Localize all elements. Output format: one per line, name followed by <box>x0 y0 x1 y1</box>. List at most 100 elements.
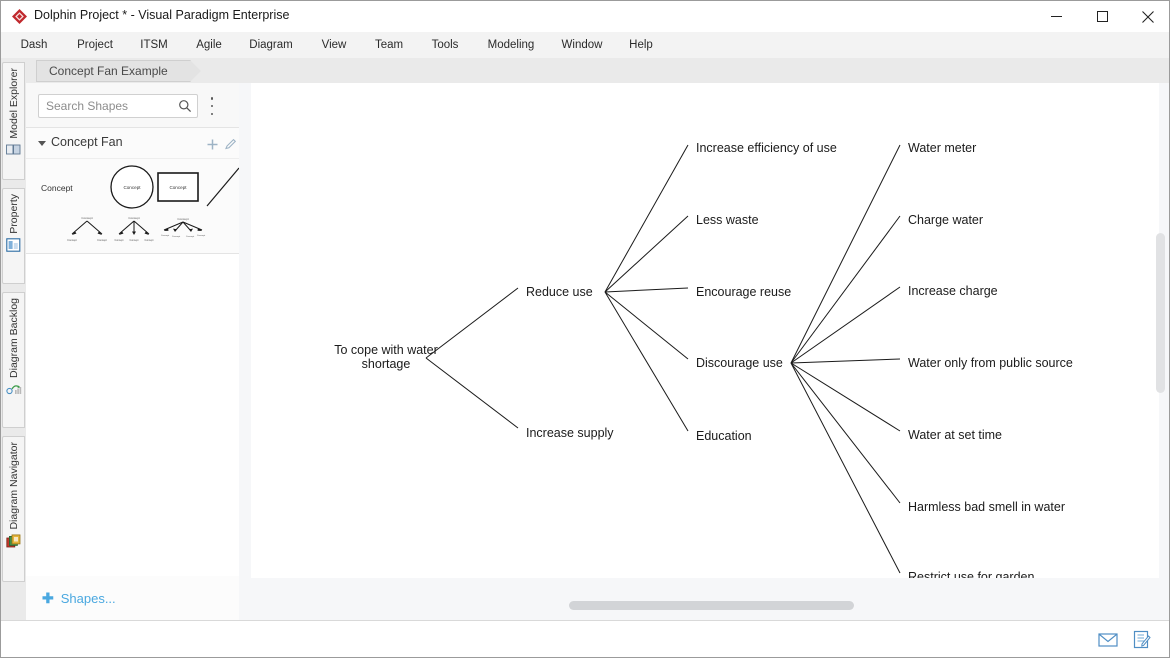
menu-item-team[interactable]: Team <box>369 32 409 58</box>
diagram-node-eff[interactable]: Increase efficiency of use <box>696 141 837 155</box>
diagram-node-label: Less waste <box>696 213 759 227</box>
vertical-scrollbar[interactable] <box>1155 223 1166 578</box>
side-tab-property[interactable]: Property <box>2 188 25 284</box>
svg-text:Concept: Concept <box>161 234 170 237</box>
svg-text:Concept: Concept <box>177 217 188 221</box>
diagram-node-smell[interactable]: Harmless bad smell in water <box>908 500 1065 514</box>
connector-line-shape[interactable] <box>204 165 242 209</box>
diagram-node-meter[interactable]: Water meter <box>908 141 976 155</box>
side-tab-diagram-backlog[interactable]: Diagram Backlog <box>2 292 25 428</box>
diagram-node-waste[interactable]: Less waste <box>696 213 759 227</box>
palette-group-header[interactable]: Concept Fan <box>26 128 253 159</box>
concept-text-shape[interactable]: Concept <box>41 183 73 193</box>
menu-item-window[interactable]: Window <box>553 32 611 58</box>
diagram-node-charge[interactable]: Charge water <box>908 213 983 227</box>
svg-text:Concept: Concept <box>172 235 181 238</box>
edit-shape-button[interactable] <box>222 136 238 152</box>
close-button[interactable] <box>1125 1 1169 32</box>
menu-item-dash[interactable]: Dash <box>15 32 53 58</box>
diagram-node-supply[interactable]: Increase supply <box>526 426 614 440</box>
diagram-node-label: Water meter <box>908 141 977 155</box>
kebab-menu-icon[interactable] <box>206 97 218 115</box>
palette-group-title: Concept Fan <box>51 135 123 149</box>
side-tab-strip: Model Explorer Property Diagram Backlog Dia… <box>1 58 27 620</box>
horizontal-scrollbar[interactable] <box>251 600 1159 611</box>
window-controls <box>1033 1 1169 32</box>
diagram-edge[interactable] <box>604 287 689 293</box>
concept-rectangle-shape[interactable]: Concept <box>157 172 199 202</box>
diagram-node-incch[interactable]: Increase charge <box>908 284 998 298</box>
diagram-node-label: Water only from public source <box>908 356 1073 370</box>
add-shapes-button[interactable]: ✚ Shapes... <box>26 576 239 620</box>
svg-text:Concept: Concept <box>115 239 124 242</box>
maximize-button[interactable] <box>1079 1 1125 32</box>
diagram-edge[interactable] <box>790 362 901 574</box>
application-window: Dolphin Project * - Visual Paradigm Ente… <box>0 0 1170 658</box>
status-bar <box>1 620 1169 657</box>
diagram-edge[interactable] <box>604 291 689 432</box>
search-row: Search Shapes <box>26 83 239 128</box>
menu-item-diagram[interactable]: Diagram <box>243 32 299 58</box>
diagram-node-public[interactable]: Water only from public source <box>908 356 1073 370</box>
vertical-scrollbar-thumb[interactable] <box>1156 233 1165 393</box>
diagram-edge[interactable] <box>790 362 901 504</box>
diagram-edge[interactable] <box>790 286 901 364</box>
diagram-node-reuse[interactable]: Encourage reuse <box>696 285 791 299</box>
svg-text:Concept: Concept <box>123 185 141 190</box>
svg-text:Concept: Concept <box>186 235 195 238</box>
add-shape-button[interactable] <box>204 136 220 152</box>
side-tab-model-explorer[interactable]: Model Explorer <box>2 62 25 180</box>
window-title: Dolphin Project * - Visual Paradigm Ente… <box>34 8 290 22</box>
svg-text:Concept: Concept <box>197 234 206 237</box>
diagram-node-settime[interactable]: Water at set time <box>908 428 1002 442</box>
menu-item-tools[interactable]: Tools <box>426 32 464 58</box>
diagram-node-label: Reduce use <box>526 285 593 299</box>
diagram-edge[interactable] <box>790 144 901 364</box>
mail-icon[interactable] <box>1097 629 1119 649</box>
concept-circle-shape[interactable]: Concept <box>109 164 155 210</box>
diagram-node-educ[interactable]: Education <box>696 429 752 443</box>
menu-item-modeling[interactable]: Modeling <box>481 32 541 58</box>
shape-palette-panel: Search Shapes Concept Fan Concept Concep… <box>26 83 253 620</box>
diagram-node-root[interactable]: To cope with water shortage <box>306 343 466 371</box>
tab-arrow-icon <box>189 60 201 82</box>
side-tab-diagram-navigator[interactable]: Diagram Navigator <box>2 436 25 582</box>
diagram-edge[interactable] <box>790 358 901 364</box>
fan-four-branch-shape[interactable]: Concept Concept Concept Concept Concept <box>160 214 206 244</box>
diagram-edge[interactable] <box>790 215 901 364</box>
document-tab-label: Concept Fan Example <box>49 64 168 78</box>
minimize-button[interactable] <box>1033 1 1079 32</box>
menu-item-help[interactable]: Help <box>624 32 658 58</box>
diagram-node-garden[interactable]: Restrict use for garden <box>908 570 1034 578</box>
tab-concept-fan-example[interactable]: Concept Fan Example <box>36 60 202 82</box>
palette-empty-area <box>26 254 239 577</box>
menu-item-view[interactable]: View <box>316 32 352 58</box>
menu-bar: Dash Project ITSM Agile Diagram View Team Tools… <box>1 32 1169 59</box>
diagram-node-label: To cope with water <box>334 343 438 357</box>
note-icon[interactable] <box>1131 629 1153 649</box>
chevron-down-icon[interactable] <box>38 141 46 146</box>
search-input[interactable]: Search Shapes <box>38 94 198 118</box>
diagram-node-label: Harmless bad smell in water <box>908 500 1065 514</box>
svg-text:Concept: Concept <box>145 239 154 242</box>
diagram-edge[interactable] <box>604 291 689 360</box>
svg-text:Concept: Concept <box>128 216 139 220</box>
horizontal-scrollbar-thumb[interactable] <box>569 601 854 610</box>
diagram-edge[interactable] <box>604 215 689 293</box>
diagram-edge[interactable] <box>790 362 901 432</box>
side-tab-label: Property <box>7 194 20 234</box>
menu-item-agile[interactable]: Agile <box>189 32 229 58</box>
document-tab-row: Concept Fan Example <box>26 58 1169 138</box>
svg-text:Concept: Concept <box>67 238 77 242</box>
diagram-node-reduce[interactable]: Reduce use <box>526 285 593 299</box>
model-explorer-icon <box>5 143 22 159</box>
concept-fan-diagram[interactable]: To cope with water shortage Reduce use Incr… <box>251 83 1159 578</box>
menu-item-itsm[interactable]: ITSM <box>135 32 173 58</box>
diagram-node-label: Encourage reuse <box>696 285 792 299</box>
menu-item-project[interactable]: Project <box>71 32 119 58</box>
diagram-node-discour[interactable]: Discourage use <box>696 356 783 370</box>
fan-two-branch-shape[interactable]: Concept Concept Concept <box>66 214 108 244</box>
diagram-node-label: Increase efficiency of use <box>696 141 837 155</box>
diagram-edge[interactable] <box>604 144 689 293</box>
fan-three-branch-shape[interactable]: Concept Concept Concept Concept <box>113 214 155 244</box>
